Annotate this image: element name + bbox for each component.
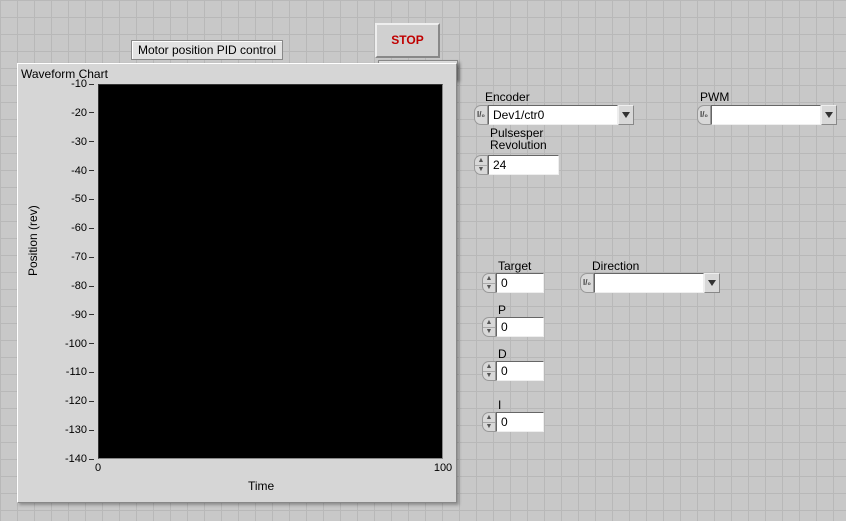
y-tick: -130	[58, 424, 94, 436]
y-tick: -10	[58, 78, 94, 90]
chevron-down-icon[interactable]	[821, 105, 837, 125]
app-title: Motor position PID control	[131, 40, 283, 60]
x-ticks: 0100	[98, 462, 443, 476]
io-icon: I/₀	[474, 105, 488, 125]
io-icon: I/₀	[580, 273, 594, 293]
p-label: P	[498, 303, 506, 317]
y-ticks: -10-20-30-40-50-60-70-80-90-100-110-120-…	[58, 84, 94, 459]
y-tick: -50	[58, 193, 94, 205]
x-tick: 0	[95, 462, 101, 474]
y-tick: -40	[58, 165, 94, 177]
pulses-value[interactable]: 24	[488, 155, 559, 175]
direction-value	[594, 273, 704, 293]
x-tick: 100	[434, 462, 452, 474]
i-field[interactable]: ▲▼ 0	[482, 412, 544, 432]
plot-area[interactable]	[98, 84, 443, 459]
spinner-icon[interactable]: ▲▼	[474, 155, 488, 175]
encoder-value: Dev1/ctr0	[488, 105, 618, 125]
i-value[interactable]: 0	[496, 412, 544, 432]
y-tick: -20	[58, 107, 94, 119]
spinner-icon[interactable]: ▲▼	[482, 317, 496, 337]
i-label: I	[498, 398, 501, 412]
d-label: D	[498, 347, 507, 361]
y-axis-label: Position (rev)	[26, 205, 40, 276]
spinner-icon[interactable]: ▲▼	[482, 412, 496, 432]
y-tick: -70	[58, 251, 94, 263]
target-label: Target	[498, 259, 531, 273]
direction-dropdown[interactable]: I/₀	[580, 273, 720, 293]
y-tick: -140	[58, 453, 94, 465]
chevron-down-icon[interactable]	[704, 273, 720, 293]
spinner-icon[interactable]: ▲▼	[482, 361, 496, 381]
encoder-dropdown[interactable]: I/₀ Dev1/ctr0	[474, 105, 634, 125]
d-value[interactable]: 0	[496, 361, 544, 381]
pulses-label: Pulsesper Revolution	[490, 127, 560, 151]
io-icon: I/₀	[697, 105, 711, 125]
p-value[interactable]: 0	[496, 317, 544, 337]
chevron-down-icon[interactable]	[618, 105, 634, 125]
pwm-dropdown[interactable]: I/₀	[697, 105, 837, 125]
pwm-value	[711, 105, 821, 125]
y-tick: -110	[58, 366, 94, 378]
pwm-label: PWM	[700, 90, 729, 104]
y-tick: -80	[58, 280, 94, 292]
stop-button[interactable]: STOP	[375, 23, 440, 58]
encoder-label: Encoder	[485, 90, 530, 104]
p-field[interactable]: ▲▼ 0	[482, 317, 544, 337]
y-tick: -100	[58, 338, 94, 350]
y-tick: -90	[58, 309, 94, 321]
target-value[interactable]: 0	[496, 273, 544, 293]
d-field[interactable]: ▲▼ 0	[482, 361, 544, 381]
spinner-icon[interactable]: ▲▼	[482, 273, 496, 293]
target-field[interactable]: ▲▼ 0	[482, 273, 544, 293]
direction-label: Direction	[592, 259, 639, 273]
y-tick: -60	[58, 222, 94, 234]
pulses-field[interactable]: ▲▼ 24	[474, 155, 559, 175]
y-tick: -120	[58, 395, 94, 407]
waveform-chart: Waveform Chart -10-20-30-40-50-60-70-80-…	[17, 63, 457, 503]
y-tick: -30	[58, 136, 94, 148]
x-axis-label: Time	[248, 479, 274, 493]
